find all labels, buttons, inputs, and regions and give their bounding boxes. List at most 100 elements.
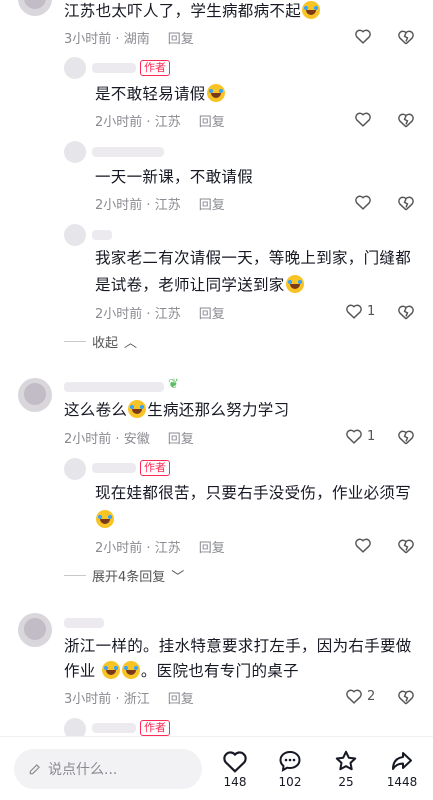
- broken-heart-icon: [398, 196, 414, 211]
- avatar[interactable]: [64, 141, 86, 163]
- comment-meta: 2小时前 · 安徽 回复: [64, 428, 194, 447]
- avatar[interactable]: [64, 224, 86, 246]
- dislike-button[interactable]: [397, 29, 415, 49]
- author-badge: 作者: [140, 720, 170, 736]
- crying-laughing-emoji: [285, 275, 304, 293]
- share-arrow-icon: [392, 752, 412, 770]
- author-badge: 作者: [140, 60, 170, 76]
- sprout-icon: ❦: [168, 377, 179, 392]
- avatar[interactable]: [18, 378, 52, 412]
- username-blurred: [64, 382, 164, 392]
- collapse-replies-button[interactable]: 收起 ︿: [64, 332, 137, 351]
- dislike-button[interactable]: [397, 195, 415, 215]
- comment-count: 102: [278, 775, 302, 789]
- username-blurred: [92, 230, 112, 240]
- username-blurred: [92, 147, 164, 157]
- broken-heart-icon: [398, 30, 414, 45]
- comment-meta: 3小时前 · 湖南 回复: [64, 28, 194, 47]
- share-count: 1448: [386, 775, 418, 789]
- comment-text: 江苏也太吓人了，学生病都病不起: [64, 0, 321, 26]
- crying-laughing-emoji: [206, 84, 225, 102]
- comment-meta: 2小时前 · 江苏 回复: [95, 537, 225, 556]
- broken-heart-icon: [398, 305, 414, 320]
- like-count: 1: [367, 428, 376, 444]
- comment-text: 现在娃都很苦，只要右手没受伤，作业必须写: [95, 484, 412, 502]
- heart-icon: [355, 195, 371, 210]
- crying-laughing-emoji: [96, 510, 114, 528]
- dislike-button[interactable]: [397, 689, 415, 709]
- dislike-button[interactable]: [397, 429, 415, 449]
- like-count: 2: [367, 688, 376, 704]
- chevron-down-icon: ﹀: [171, 570, 185, 585]
- avatar[interactable]: [64, 458, 86, 480]
- avatar[interactable]: [64, 57, 86, 79]
- reply-button[interactable]: 回复: [199, 537, 225, 556]
- comment-meta: 3小时前 · 浙江 回复: [64, 688, 194, 707]
- like-button[interactable]: [354, 111, 372, 127]
- pencil-icon: [29, 764, 40, 775]
- dislike-button[interactable]: [397, 538, 415, 558]
- crying-laughing-emoji: [101, 661, 120, 679]
- comments-button[interactable]: 102: [268, 749, 312, 789]
- star-icon: [335, 750, 357, 771]
- like-count: 1: [367, 303, 376, 319]
- crying-laughing-emoji: [121, 661, 140, 679]
- like-button[interactable]: [354, 28, 372, 44]
- broken-heart-icon: [398, 539, 414, 554]
- comment-text: 一天一新课，不敢请假: [95, 168, 254, 186]
- dislike-button[interactable]: [397, 112, 415, 132]
- like-button[interactable]: [354, 194, 372, 210]
- heart-icon: [346, 689, 362, 704]
- reply-button[interactable]: 回复: [168, 28, 194, 47]
- heart-icon: [223, 751, 247, 773]
- comment-bubble-icon: [279, 750, 301, 772]
- comment-text-line-2: [95, 506, 115, 535]
- like-count: 148: [223, 775, 247, 789]
- heart-icon: [355, 112, 371, 127]
- comment-input-placeholder: 说点什么...: [48, 762, 118, 778]
- comment-text-line-2: 作业 。医院也有专门的桌子: [64, 661, 299, 680]
- favorite-button[interactable]: 25: [324, 749, 368, 789]
- bottom-action-bar: 说点什么... 148 102 25 1448: [0, 736, 433, 800]
- like-button[interactable]: 2: [345, 688, 375, 704]
- reply-button[interactable]: 回复: [199, 194, 225, 213]
- username-blurred: [92, 63, 136, 73]
- like-video-button[interactable]: 148: [213, 749, 257, 789]
- broken-heart-icon: [398, 113, 414, 128]
- divider: [64, 341, 86, 342]
- comment-text-line-2: 是试卷，老师让同学送到家: [95, 271, 305, 300]
- heart-icon: [355, 29, 371, 44]
- favorite-count: 25: [338, 775, 354, 789]
- share-button[interactable]: 1448: [380, 749, 424, 789]
- username-blurred: [92, 463, 136, 473]
- reply-button[interactable]: 回复: [168, 688, 194, 707]
- like-button[interactable]: 1: [345, 428, 375, 444]
- username-blurred: [92, 723, 136, 733]
- crying-laughing-emoji: [128, 400, 147, 418]
- like-button[interactable]: [354, 537, 372, 553]
- reply-button[interactable]: 回复: [199, 303, 225, 322]
- comment-text: 这么卷么 生病还那么努力学习: [64, 400, 290, 419]
- crying-laughing-emoji: [302, 1, 321, 19]
- heart-icon: [346, 429, 362, 444]
- avatar[interactable]: [18, 0, 52, 16]
- comment-meta: 2小时前 · 江苏 回复: [95, 111, 225, 130]
- divider: [64, 575, 86, 576]
- author-badge: 作者: [140, 460, 170, 476]
- broken-heart-icon: [398, 430, 414, 445]
- like-button[interactable]: 1: [345, 303, 375, 319]
- reply-button[interactable]: 回复: [199, 111, 225, 130]
- dislike-button[interactable]: [397, 304, 415, 324]
- comment-text: 是不敢轻易请假: [95, 80, 226, 109]
- heart-icon: [346, 304, 362, 319]
- comment-meta: 2小时前 · 江苏 回复: [95, 303, 225, 322]
- username-blurred: [64, 618, 104, 628]
- comment-input[interactable]: 说点什么...: [14, 749, 202, 789]
- reply-button[interactable]: 回复: [168, 428, 194, 447]
- expand-replies-button[interactable]: 展开4条回复 ﹀: [64, 566, 184, 585]
- broken-heart-icon: [398, 690, 414, 705]
- comment-text: 我家老二有次请假一天，等晚上到家，门缝都: [95, 249, 412, 267]
- avatar[interactable]: [18, 613, 52, 647]
- comment-meta: 2小时前 · 江苏 回复: [95, 194, 225, 213]
- chevron-up-icon: ︿: [124, 336, 138, 351]
